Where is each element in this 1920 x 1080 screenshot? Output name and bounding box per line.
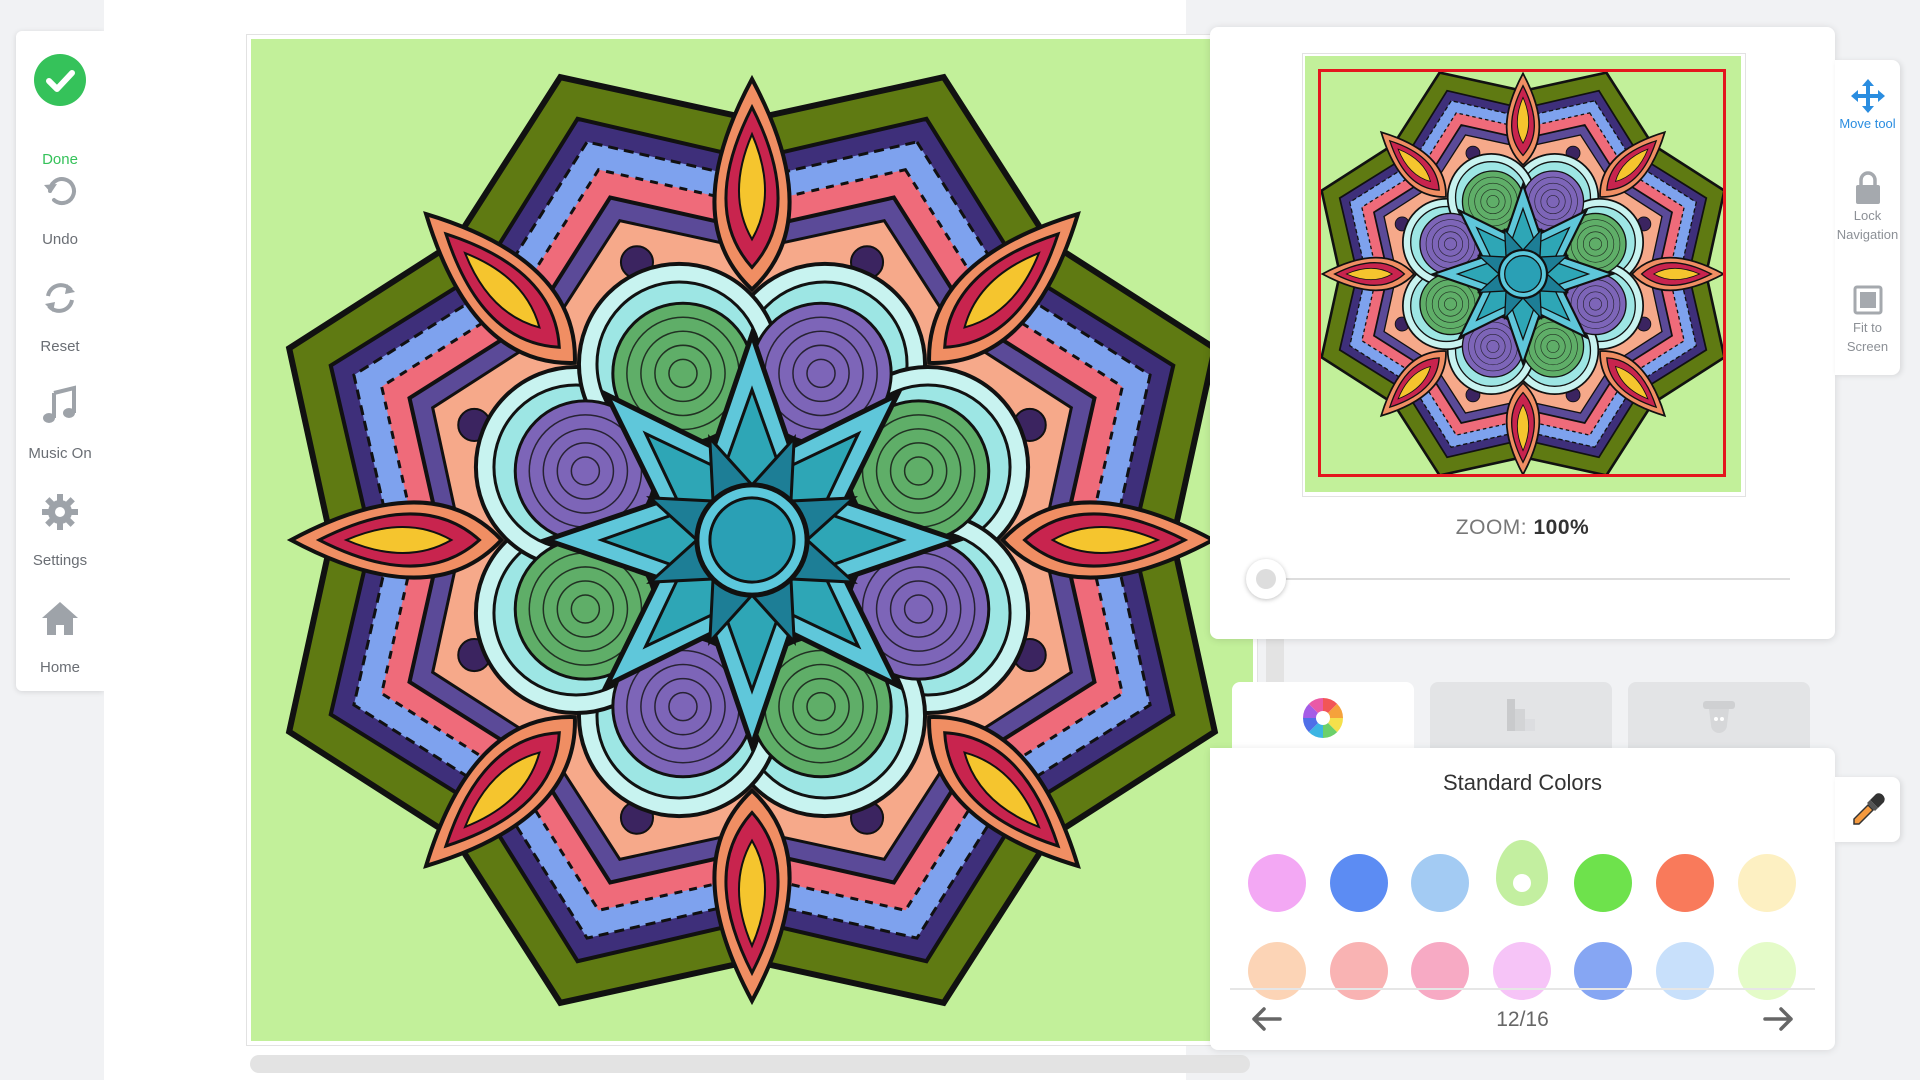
tab-standard-colors[interactable] xyxy=(1232,682,1414,754)
color-swatch-selected[interactable] xyxy=(1496,840,1548,906)
music-label: Music On xyxy=(28,445,92,462)
color-swatch[interactable] xyxy=(1330,854,1388,912)
home-label: Home xyxy=(39,659,80,676)
color-swatch[interactable] xyxy=(1738,942,1796,1000)
left-toolbar: Done Undo Reset Music On Settings Home xyxy=(16,31,104,691)
color-wheel-icon xyxy=(1303,698,1343,738)
palette-page-indicator: 12/16 xyxy=(1496,1008,1549,1031)
color-swatch[interactable] xyxy=(1738,854,1796,912)
zoom-readout: ZOOM: 100% xyxy=(1210,516,1835,540)
color-swatch[interactable] xyxy=(1493,942,1551,1000)
color-swatch[interactable] xyxy=(1248,854,1306,912)
eyedropper-icon xyxy=(1852,792,1885,825)
color-swatch[interactable] xyxy=(1574,942,1632,1000)
reset-icon xyxy=(40,278,80,318)
zoom-prefix: ZOOM: xyxy=(1455,516,1528,539)
move-tool-label: Move tool xyxy=(1839,116,1896,131)
eyedropper-button[interactable] xyxy=(1835,777,1900,842)
done-button[interactable]: Done xyxy=(16,54,104,168)
music-button[interactable]: Music On xyxy=(16,385,104,485)
move-arrows-icon xyxy=(1848,78,1888,114)
canvas-panel xyxy=(104,0,1284,1080)
zoom-slider-track[interactable] xyxy=(1270,578,1790,580)
lock-navigation-button[interactable]: Lock Navigation xyxy=(1835,170,1900,244)
coloring-canvas[interactable] xyxy=(246,34,1258,1046)
color-swatch[interactable] xyxy=(1330,942,1388,1000)
color-swatch[interactable] xyxy=(1411,854,1469,912)
navigator-panel: ZOOM: 100% xyxy=(1210,27,1835,639)
horizontal-scrollbar[interactable] xyxy=(250,1055,1250,1073)
gear-icon xyxy=(40,492,80,532)
reset-label: Reset xyxy=(40,338,80,355)
home-button[interactable]: Home xyxy=(16,599,104,699)
reset-button[interactable]: Reset xyxy=(16,278,104,378)
next-page-arrow-icon[interactable] xyxy=(1761,1004,1797,1034)
color-swatch[interactable] xyxy=(1574,854,1632,912)
undo-icon xyxy=(40,171,80,211)
undo-button[interactable]: Undo xyxy=(16,171,104,271)
undo-label: Undo xyxy=(42,231,78,248)
palette-divider xyxy=(1230,988,1815,990)
move-tool-button[interactable]: Move tool xyxy=(1835,78,1900,133)
settings-button[interactable]: Settings xyxy=(16,492,104,592)
mandala-artwork[interactable] xyxy=(251,39,1253,1041)
palette-title: Standard Colors xyxy=(1443,770,1602,795)
lock-navigation-label: Lock Navigation xyxy=(1836,208,1899,242)
color-swatch[interactable] xyxy=(1656,942,1714,1000)
check-circle-icon xyxy=(34,54,86,106)
gradient-icon xyxy=(1507,699,1535,731)
settings-label: Settings xyxy=(32,552,88,569)
home-icon xyxy=(40,599,80,639)
zoom-value: 100% xyxy=(1533,516,1590,539)
tab-gradients[interactable] xyxy=(1430,682,1612,748)
color-swatch[interactable] xyxy=(1248,942,1306,1000)
color-swatch[interactable] xyxy=(1411,942,1469,1000)
color-swatch[interactable] xyxy=(1656,854,1714,912)
lock-icon xyxy=(1848,170,1888,206)
tab-textures[interactable] xyxy=(1628,682,1810,748)
fit-to-screen-button[interactable]: Fit to Screen xyxy=(1835,282,1900,356)
color-palette-panel: Standard Colors 12/16 xyxy=(1210,748,1835,1050)
fit-to-screen-label: Fit to Screen xyxy=(1846,320,1889,354)
done-label: Done xyxy=(42,151,78,168)
music-note-icon xyxy=(40,385,80,425)
viewport-rectangle[interactable] xyxy=(1318,69,1726,477)
navigation-tools: Move tool Lock Navigation Fit to Screen xyxy=(1835,60,1900,375)
texture-icon xyxy=(1703,701,1735,733)
zoom-slider-knob[interactable] xyxy=(1246,559,1286,599)
fit-screen-icon xyxy=(1848,282,1888,318)
